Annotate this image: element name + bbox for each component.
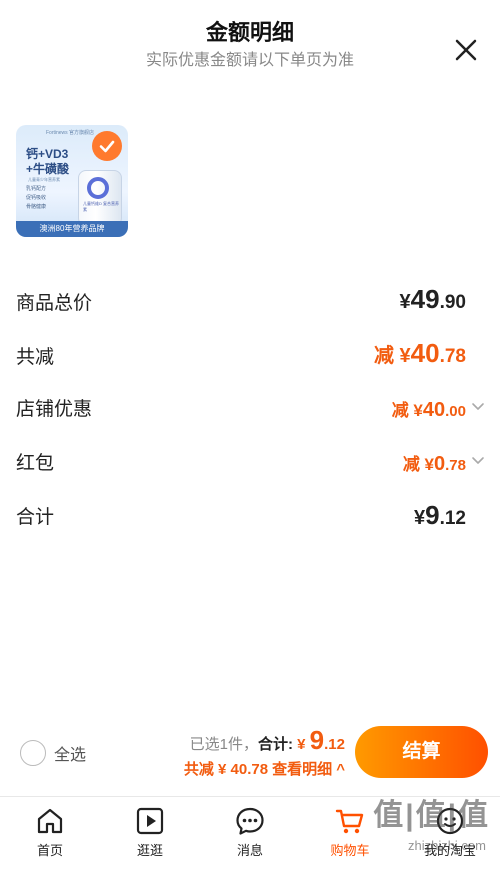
- checkout-button[interactable]: 结算: [355, 726, 488, 778]
- bottle-logo: [87, 177, 109, 199]
- tab-label: 消息: [236, 843, 263, 858]
- bottle-label: 儿童钙维D 复合营养素: [83, 201, 119, 212]
- row-value: 减 ¥0.78: [402, 453, 466, 475]
- tab-home[interactable]: 首页: [0, 797, 100, 874]
- row-shop-discount[interactable]: 店铺优惠 减 ¥40.00: [0, 392, 500, 432]
- selected-count: 已选1件，: [189, 736, 258, 753]
- tab-browse[interactable]: 逛逛: [100, 797, 200, 874]
- row-goods-total: 商品总价 ¥49.90: [0, 284, 500, 324]
- product-bullet: 促钙吸收: [26, 195, 47, 201]
- row-label: 合计: [16, 507, 55, 528]
- chevron-down-icon[interactable]: [470, 452, 486, 468]
- sheet-header: 金额明细 实际优惠金额请以下单页为准: [0, 18, 500, 72]
- product-bottle-image: 儿童钙维D 复合营养素: [78, 170, 122, 226]
- product-tagline: 儿童青少年营养素: [28, 177, 60, 182]
- close-icon: [455, 39, 477, 61]
- product-title-line1: 钙+VD3: [26, 147, 69, 161]
- cart-icon: [334, 805, 366, 837]
- product-banner: 澳洲80年营养品牌: [16, 221, 128, 237]
- row-grand-total: 合计 ¥9.12: [0, 500, 500, 540]
- checkout-summary: 已选1件，合计: ¥ 9.12 共减 ¥ 40.78 查看明细 ^: [184, 726, 345, 781]
- product-bullet: 骨骼健康: [26, 204, 47, 210]
- watermark-url: zhizhizhi.com: [407, 838, 486, 853]
- select-all-radio[interactable]: [20, 740, 46, 766]
- total-label: 合计:: [257, 736, 298, 753]
- select-all-label: 全选: [54, 747, 87, 764]
- product-bullets: 乳钙配方 促钙吸收 骨骼健康: [26, 185, 46, 212]
- row-label: 共减: [16, 347, 55, 368]
- row-label: 店铺优惠: [16, 399, 93, 420]
- tab-label: 首页: [36, 843, 63, 858]
- tab-messages[interactable]: 消息: [200, 797, 300, 874]
- checkout-bar: 全选 已选1件，合计: ¥ 9.12 共减 ¥ 40.78 查看明细 ^ 结算: [0, 718, 500, 796]
- product-title-line2: +牛磺酸: [26, 162, 70, 176]
- row-value: 减 ¥40.78: [373, 338, 466, 368]
- message-icon: [234, 805, 266, 837]
- home-icon: [34, 805, 66, 837]
- selected-check-icon[interactable]: [92, 131, 122, 161]
- chevron-down-icon[interactable]: [470, 398, 486, 414]
- tab-label: 购物车: [330, 843, 370, 858]
- row-value: 减 ¥40.00: [391, 399, 466, 421]
- total-amount: 9: [309, 725, 325, 755]
- tab-label: 逛逛: [136, 843, 163, 858]
- amount-detail-sheet: 金额明细 实际优惠金额请以下单页为准 Fortinews 官方旗舰店 钙+VD3…: [0, 0, 500, 874]
- sheet-subtitle: 实际优惠金额请以下单页为准: [145, 52, 354, 69]
- watermark-logo: 值|值|值: [373, 799, 490, 832]
- select-all-toggle[interactable]: 全选: [20, 740, 86, 766]
- row-value: ¥49.90: [399, 284, 466, 314]
- close-button[interactable]: [452, 36, 480, 64]
- sheet-title: 金额明细: [205, 20, 294, 45]
- row-value: ¥9.12: [413, 500, 466, 530]
- row-red-packet[interactable]: 红包 减 ¥0.78: [0, 446, 500, 486]
- row-label: 红包: [16, 453, 55, 474]
- play-icon: [134, 805, 166, 837]
- checkout-discount-line: 共减 ¥ 40.78 查看明细 ^: [184, 759, 345, 781]
- product-brand: Fortinews 官方旗舰店: [46, 130, 95, 136]
- checkout-total-line: 已选1件，合计: ¥ 9.12: [189, 725, 345, 755]
- discount-summary: 共减 ¥ 40.78: [183, 761, 269, 778]
- row-total-discount: 共减 减 ¥40.78: [0, 338, 500, 378]
- view-detail-link[interactable]: 查看明细 ^: [272, 761, 345, 778]
- product-bullet: 乳钙配方: [26, 186, 47, 192]
- row-label: 商品总价: [16, 293, 93, 314]
